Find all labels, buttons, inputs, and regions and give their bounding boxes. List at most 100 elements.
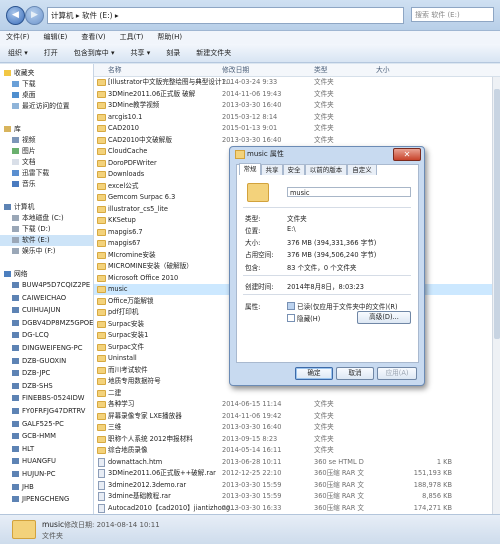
folder-icon — [97, 182, 106, 190]
nav-recent[interactable]: 最近访问的位置 — [12, 101, 93, 112]
tab-general[interactable]: 常规 — [239, 163, 261, 175]
file-row[interactable]: 职称个人系统 2012申报材料 2013-09-15 8:23 文件夹 — [94, 434, 492, 445]
folder-icon — [97, 343, 106, 351]
nav-thunder[interactable]: 迅雷下载 — [12, 168, 93, 179]
nav-network-host[interactable]: DG-LCQ — [12, 330, 93, 341]
file-name: Microsoft Office 2010 — [108, 273, 179, 282]
forward-button[interactable]: ▶ — [25, 6, 44, 25]
menu-view[interactable]: 查看(V) — [81, 31, 105, 44]
new-folder-button[interactable]: 新建文件夹 — [196, 44, 231, 62]
tab-previous-versions[interactable]: 以前的版本 — [305, 164, 347, 175]
file-row[interactable]: 三维 2013-03-30 16:40 文件夹 — [94, 422, 492, 433]
file-size: 1 KB — [436, 457, 452, 466]
nav-network-host[interactable]: JIPENGCHENG — [12, 494, 93, 505]
folder-icon — [97, 171, 106, 178]
nav-network-host[interactable]: DZB-SHS — [12, 381, 93, 392]
file-row[interactable]: Autocad2010【cad2010】jiantizhong... 2013-0… — [94, 503, 492, 514]
ok-button[interactable]: 确定 — [295, 367, 333, 380]
nav-library[interactable]: 库 — [4, 124, 93, 135]
include-library-button[interactable]: 包含到库中 ▾ — [74, 44, 115, 62]
file-name: CAD2010 — [108, 124, 139, 132]
file-row[interactable]: 各种学习 2014-06-15 11:14 文件夹 — [94, 399, 492, 410]
folder-icon — [97, 412, 106, 420]
nav-docs[interactable]: 文档 — [12, 157, 93, 168]
file-name: MICROMINE安装（破解版） — [108, 262, 193, 270]
tab-customize[interactable]: 自定义 — [347, 164, 377, 175]
tab-share[interactable]: 共享 — [261, 164, 283, 175]
col-size[interactable]: 大小 — [376, 64, 390, 76]
folder-name-input[interactable]: music — [287, 187, 411, 197]
cancel-button[interactable]: 取消 — [336, 367, 374, 380]
back-button[interactable]: ◀ — [6, 6, 25, 25]
nav-network-host[interactable]: GALF525-PC — [12, 419, 93, 430]
file-row[interactable]: downattach.htm 2013-06-28 10:11 360 se HTM… — [94, 457, 492, 468]
scroll-thumb[interactable] — [494, 89, 500, 339]
address-input[interactable]: 计算机 ▸ 软件 (E:) ▸ — [47, 7, 404, 24]
file-row[interactable]: [Illustrator中文版完整绘图与典型设计1... 2014-03-24 9… — [94, 77, 492, 88]
nav-download[interactable]: 下载 — [12, 79, 93, 90]
col-type[interactable]: 类型 — [314, 64, 328, 76]
nav-drive-d[interactable]: 下载 (D:) — [12, 224, 93, 235]
nav-network-host[interactable]: BUW4P5D7CQIZ2PE — [12, 280, 93, 291]
nav-network-host[interactable]: HUJUN-PC — [12, 469, 93, 480]
search-input[interactable]: 搜索 软件 (E:) — [411, 7, 494, 22]
share-button[interactable]: 共享 ▾ — [131, 44, 151, 62]
col-name[interactable]: 名称 — [108, 64, 122, 76]
nav-network-host[interactable]: CAIWEICHAO — [12, 293, 93, 304]
nav-video[interactable]: 视频 — [12, 135, 93, 146]
menu-tools[interactable]: 工具(T) — [120, 31, 144, 44]
nav-network-host[interactable]: GCB-HMM — [12, 431, 93, 442]
file-row[interactable]: CAD2010中文破解版 2013-03-30 16:40 文件夹 — [94, 135, 492, 146]
file-date: 2013-03-30 16:33 — [222, 503, 282, 512]
nav-network-host[interactable]: HUANGFU — [12, 456, 93, 467]
created-label: 创建时间: — [245, 283, 274, 291]
open-button[interactable]: 打开 — [44, 44, 58, 62]
burn-button[interactable]: 刻录 — [166, 44, 180, 62]
file-name: CAD2010中文破解版 — [108, 135, 172, 144]
file-row[interactable]: 屏幕录像专家 LXE播放器 2014-11-06 19:42 文件夹 — [94, 411, 492, 422]
folder-icon — [97, 240, 106, 247]
hidden-checkbox[interactable] — [287, 314, 295, 322]
nav-network-host[interactable]: DZB-GUOXIN — [12, 356, 93, 367]
readonly-checkbox[interactable] — [287, 302, 295, 310]
apply-button[interactable]: 应用(A) — [377, 367, 417, 380]
file-row[interactable]: 3DMine教学视频 2013-03-30 16:40 文件夹 — [94, 100, 492, 111]
tab-security[interactable]: 安全 — [283, 164, 305, 175]
close-button[interactable]: ✕ — [393, 148, 421, 161]
file-row[interactable]: CAD2010 2015-01-13 9:01 文件夹 — [94, 123, 492, 134]
file-row[interactable]: 综合地质录像 2014-05-14 16:11 文件夹 — [94, 445, 492, 456]
nav-desktop[interactable]: 桌面 — [12, 90, 93, 101]
organize-button[interactable]: 组织 ▾ — [8, 44, 28, 62]
menu-file[interactable]: 文件(F) — [6, 31, 30, 44]
nav-music[interactable]: 音乐 — [12, 179, 93, 190]
dialog-titlebar[interactable]: music 属性 ✕ — [230, 147, 424, 161]
menu-edit[interactable]: 编辑(E) — [44, 31, 68, 44]
nav-network-host[interactable]: DGBV4DP8MZ5GPOE — [12, 318, 93, 329]
nav-network-host[interactable]: FINEBBS-0524IDW — [12, 393, 93, 404]
file-row[interactable]: arcgis10.1 2015-03-12 8:14 文件夹 — [94, 112, 492, 123]
nav-pictures[interactable]: 图片 — [12, 146, 93, 157]
file-row[interactable]: 3DMine2011.06正式版++破解.rar 2012-12-25 22:10… — [94, 468, 492, 479]
file-row[interactable]: 3dmine2012.3demo.rar 2013-03-30 15:59 360压… — [94, 480, 492, 491]
nav-network-host[interactable]: CUIHUAJUN — [12, 305, 93, 316]
nav-network-host[interactable]: DINGWEIFENG-PC — [12, 343, 93, 354]
nav-network-host[interactable]: JHB — [12, 482, 93, 493]
menu-help[interactable]: 帮助(H) — [157, 31, 182, 44]
file-row[interactable]: 3DMine2011.06正式版 破解 2014-11-06 19:43 文件夹 — [94, 89, 492, 100]
file-row[interactable]: 3dmine基础教程.rar 2013-03-30 15:59 360压缩 RAR … — [94, 491, 492, 502]
nav-drive-e[interactable]: 软件 (E:) — [0, 235, 93, 246]
nav-favorites[interactable]: 收藏夹 — [4, 68, 93, 79]
nav-network[interactable]: 网络 — [4, 269, 93, 280]
file-size: 174,271 KB — [413, 503, 452, 512]
nav-drive-c[interactable]: 本地磁盘 (C:) — [12, 213, 93, 224]
nav-network-host[interactable]: HLT — [12, 444, 93, 455]
file-row[interactable]: 二建 — [94, 388, 492, 399]
nav-network-host[interactable]: DZB-JPC — [12, 368, 93, 379]
col-date[interactable]: 修改日期 — [222, 64, 249, 76]
folder-icon — [97, 79, 106, 86]
nav-computer[interactable]: 计算机 — [4, 202, 93, 213]
nav-drive-f[interactable]: 娱乐中 (F:) — [12, 246, 93, 257]
scrollbar[interactable] — [492, 77, 500, 514]
nav-network-host[interactable]: FY0FRFJG47DRTRV — [12, 406, 93, 417]
advanced-button[interactable]: 高级(D)... — [357, 311, 411, 324]
